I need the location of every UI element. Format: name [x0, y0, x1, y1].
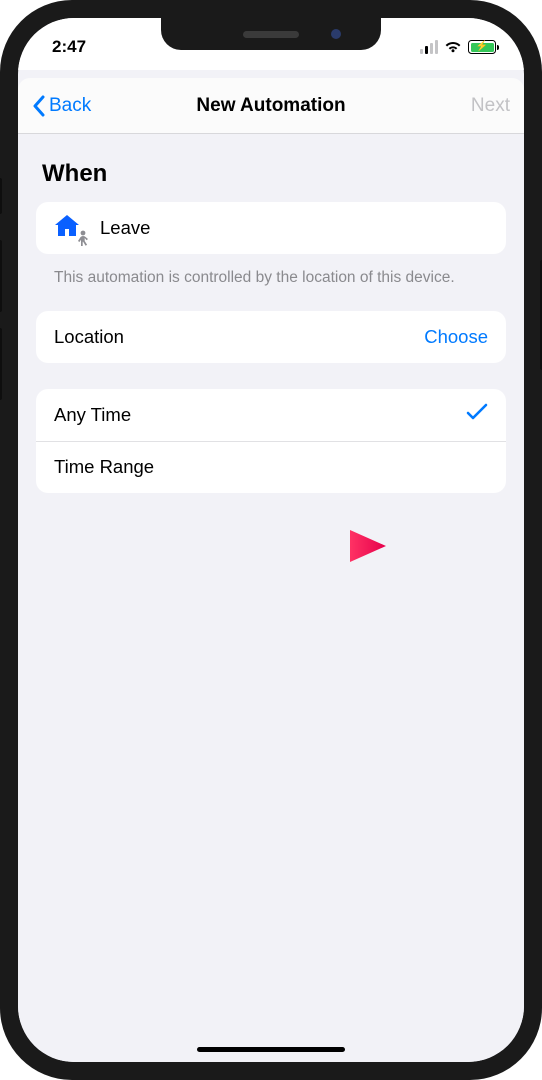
- trigger-row-leave[interactable]: Leave: [36, 202, 506, 254]
- back-button[interactable]: Back: [32, 95, 91, 117]
- next-button: Next: [471, 95, 510, 117]
- volume-down-button: [0, 328, 2, 400]
- trigger-label: Leave: [100, 217, 150, 239]
- annotation-arrow-icon: [292, 524, 392, 568]
- screen: 2:47 ⚡ Back New Automation Next: [18, 18, 524, 1062]
- notch: [161, 18, 381, 50]
- mute-switch: [0, 178, 2, 214]
- time-option-time-range[interactable]: Time Range: [36, 441, 506, 493]
- time-option-label: Time Range: [54, 456, 488, 478]
- back-button-label: Back: [49, 95, 91, 117]
- home-indicator[interactable]: [197, 1047, 345, 1053]
- status-indicators: ⚡: [420, 34, 497, 54]
- trigger-footnote: This automation is controlled by the loc…: [36, 254, 506, 311]
- location-label: Location: [54, 326, 410, 348]
- location-row[interactable]: Location Choose: [36, 311, 506, 363]
- location-card: Location Choose: [36, 311, 506, 363]
- navigation-bar: Back New Automation Next: [18, 78, 524, 134]
- time-option-any-time[interactable]: Any Time: [36, 389, 506, 441]
- phone-frame: 2:47 ⚡ Back New Automation Next: [0, 0, 542, 1080]
- trigger-card: Leave: [36, 202, 506, 254]
- battery-charging-icon: ⚡: [468, 40, 496, 54]
- checkmark-icon: [466, 402, 488, 427]
- choose-location-button[interactable]: Choose: [424, 326, 488, 348]
- page-title: New Automation: [18, 95, 524, 117]
- wifi-icon: [444, 40, 462, 54]
- chevron-left-icon: [32, 95, 45, 117]
- time-option-label: Any Time: [54, 404, 452, 426]
- time-options-card: Any Time Time Range: [36, 389, 506, 493]
- volume-up-button: [0, 240, 2, 312]
- section-heading-when: When: [36, 134, 506, 202]
- leave-home-icon: [54, 214, 86, 242]
- cellular-signal-icon: [420, 40, 439, 54]
- status-time: 2:47: [52, 31, 86, 57]
- content-area: When Leave This automation is controlled…: [18, 134, 524, 1062]
